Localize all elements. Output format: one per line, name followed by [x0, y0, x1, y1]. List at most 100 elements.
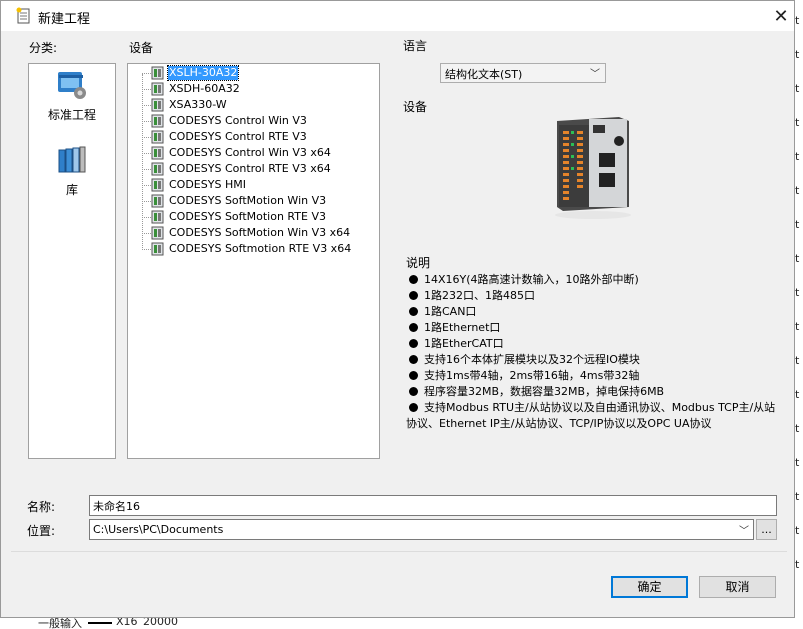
- background-text: t: [795, 150, 800, 163]
- device-tree-item[interactable]: XSLH-30A32: [142, 65, 240, 81]
- bullet-icon: [409, 290, 418, 300]
- tree-connector: [142, 72, 151, 74]
- ok-button[interactable]: 确定: [611, 576, 688, 598]
- close-icon: ✕: [773, 5, 789, 27]
- device-tree: XSLH-30A32 XSDH-60A32 XSA330-W CODESYS Cont…: [127, 63, 380, 459]
- bullet-icon: [409, 354, 418, 364]
- device-name: CODESYS Control Win V3: [169, 114, 307, 127]
- tree-connector: [142, 200, 151, 202]
- bullet-icon: [409, 386, 418, 396]
- device-name: CODESYS Control RTE V3: [169, 130, 307, 143]
- device-icon: [151, 178, 164, 192]
- device-tree-item[interactable]: CODESYS SoftMotion RTE V3: [142, 209, 327, 225]
- device-name: XSLH-30A32: [166, 65, 240, 81]
- background-text: t: [795, 82, 800, 95]
- device-name: CODESYS HMI: [169, 178, 246, 191]
- tree-connector: [142, 120, 151, 122]
- bullet-text: 支持1ms带4轴，2ms带16轴，4ms带32轴: [424, 369, 640, 382]
- device-name: CODESYS SoftMotion Win V3 x64: [169, 226, 351, 239]
- bullet-text: 1路EtherCAT口: [424, 337, 504, 350]
- device-icon: [151, 210, 164, 224]
- description-bullet: 支持1ms带4轴，2ms带16轴，4ms带32轴: [406, 368, 778, 384]
- device-icon: [151, 226, 164, 240]
- device-tree-item[interactable]: CODESYS SoftMotion Win V3 x64: [142, 225, 351, 241]
- device-name: XSDH-60A32: [169, 82, 240, 95]
- description-bullet: 1路CAN口: [406, 304, 778, 320]
- device-description: 说明 14X16Y(4路高速计数输入，10路外部中断) 1路232口、1路485口…: [406, 255, 778, 432]
- background-text: X16: [116, 618, 138, 628]
- tree-connector: [142, 248, 151, 250]
- cancel-button[interactable]: 取消: [699, 576, 776, 598]
- project-name-input[interactable]: 未命名16: [89, 495, 777, 516]
- category-label-text: 库: [65, 183, 78, 197]
- bullet-icon: [409, 370, 418, 380]
- background-text: 一般输入: [38, 618, 82, 629]
- description-bullet: 1路232口、1路485口: [406, 288, 778, 304]
- device-tree-item[interactable]: XSA330-W: [142, 97, 228, 113]
- description-bullet: 1路Ethernet口: [406, 320, 778, 336]
- bullet-text: 支持16个本体扩展模块以及32个远程IO模块: [424, 353, 640, 366]
- chevron-down-icon: ﹀: [739, 526, 749, 537]
- description-bullet: 程序容量32MB，数据容量32MB，掉电保持6MB: [406, 384, 778, 400]
- language-select[interactable]: 结构化文本(ST) ﹀: [440, 63, 606, 83]
- background-text: t: [795, 422, 800, 435]
- device-tree-item[interactable]: CODESYS Control Win V3 x64: [142, 145, 332, 161]
- plc-device-image: [555, 117, 631, 219]
- name-label: 名称:: [27, 500, 56, 514]
- device-icon: [151, 98, 164, 112]
- device-tree-item[interactable]: CODESYS Softmotion RTE V3 x64: [142, 241, 352, 257]
- category-standard-project[interactable]: 标准工程: [29, 69, 115, 123]
- close-button[interactable]: ✕: [767, 3, 795, 29]
- background-text: t: [795, 456, 800, 469]
- background-text: t: [795, 286, 800, 299]
- background-text: t: [795, 524, 800, 537]
- title-bar: 新建工程 ✕: [1, 1, 794, 31]
- chevron-down-icon: ﹀: [590, 69, 600, 80]
- background-line: [88, 622, 112, 624]
- tree-connector: [142, 184, 151, 186]
- device-icon: [151, 162, 164, 176]
- device-name: XSA330-W: [169, 98, 227, 111]
- new-project-dialog: 新建工程 ✕ 分类: 设备 语言 设备 标准工程 库 XSLH-30A32 XS…: [0, 0, 795, 618]
- device-tree-item[interactable]: CODESYS SoftMotion Win V3: [142, 193, 327, 209]
- device-tree-item[interactable]: CODESYS HMI: [142, 177, 247, 193]
- background-window-edge: t t t t t t t t t t t t t t t t t: [795, 0, 803, 629]
- background-text: t: [795, 48, 800, 61]
- device-icon: [151, 66, 164, 80]
- device-name: CODESYS Softmotion RTE V3 x64: [169, 242, 352, 255]
- bullet-text: 1路232口、1路485口: [424, 289, 535, 302]
- background-text: t: [795, 354, 800, 367]
- location-label: 位置:: [27, 524, 56, 538]
- tree-connector: [142, 232, 151, 234]
- device-label: 设备: [129, 41, 154, 55]
- bullet-text: 1路Ethernet口: [424, 321, 501, 334]
- device-icon: [151, 146, 164, 160]
- project-name-value: 未命名16: [93, 500, 140, 513]
- device-name: CODESYS SoftMotion Win V3: [169, 194, 327, 207]
- category-library[interactable]: 库: [29, 144, 115, 198]
- separator: [11, 551, 787, 552]
- device-name: CODESYS Control Win V3 x64: [169, 146, 331, 159]
- background-text: t: [795, 116, 800, 129]
- device-tree-item[interactable]: CODESYS Control RTE V3 x64: [142, 161, 332, 177]
- device-tree-item[interactable]: CODESYS Control RTE V3: [142, 129, 308, 145]
- bullet-text: 支持Modbus RTU主/从站协议以及自由通讯协议、Modbus TCP主/从…: [406, 401, 776, 430]
- library-books-icon: [58, 146, 86, 173]
- dialog-title: 新建工程: [38, 12, 91, 27]
- device-tree-item[interactable]: CODESYS Control Win V3: [142, 113, 308, 129]
- device-icon: [151, 130, 164, 144]
- description-title: 说明: [406, 256, 431, 270]
- device-name: CODESYS Control RTE V3 x64: [169, 162, 331, 175]
- background-text: 20000: [143, 618, 178, 628]
- device-tree-item[interactable]: XSDH-60A32: [142, 81, 241, 97]
- tree-connector: [142, 136, 151, 138]
- bullet-icon: [409, 306, 418, 316]
- background-text: t: [795, 558, 800, 571]
- location-combobox[interactable]: C:\Users\PC\Documents ﹀: [89, 519, 754, 540]
- device-icon: [151, 194, 164, 208]
- device-icon: [151, 242, 164, 256]
- background-text: t: [795, 218, 800, 231]
- browse-button[interactable]: ...: [756, 519, 777, 540]
- bullet-text: 14X16Y(4路高速计数输入，10路外部中断): [424, 273, 639, 286]
- standard-project-icon: [58, 72, 86, 99]
